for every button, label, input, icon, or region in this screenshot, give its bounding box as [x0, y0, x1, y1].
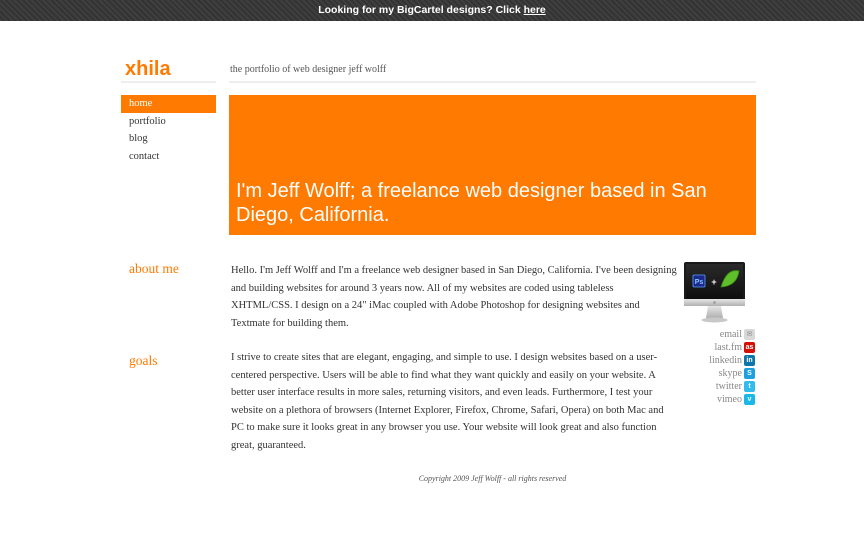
nav-item-home[interactable]: home [121, 95, 216, 113]
twitter-icon: t [744, 381, 755, 392]
svg-text:Ps: Ps [695, 279, 704, 286]
nav-item-blog[interactable]: blog [121, 130, 216, 148]
linkedin-icon: in [744, 355, 755, 366]
goals-text: I strive to create sites that are elegan… [231, 352, 664, 451]
announcement-text: Looking for my BigCartel designs? Click [318, 4, 524, 16]
bigcartel-link[interactable]: here [524, 4, 546, 16]
nav-item-portfolio[interactable]: portfolio [121, 113, 216, 131]
email-icon: ✉ [744, 329, 755, 340]
nav-item-contact[interactable]: contact [121, 148, 216, 166]
about-heading: about me [129, 261, 179, 276]
social-skype[interactable]: skype S [680, 367, 755, 380]
top-announcement-bar: Looking for my BigCartel designs? Click … [0, 0, 864, 21]
social-email[interactable]: email ✉ [680, 328, 755, 341]
goals-heading: goals [129, 353, 158, 368]
about-text: Hello. I'm Jeff Wolff and I'm a freelanc… [231, 265, 677, 329]
copyright-footer: Copyright 2009 Jeff Wolff - all rights r… [418, 474, 567, 483]
main-nav: home portfolio blog contact [121, 95, 216, 165]
imac-image: Ps + [684, 262, 745, 323]
skype-icon: S [744, 368, 755, 379]
social-vimeo[interactable]: vimeo v [680, 393, 755, 406]
social-lastfm[interactable]: last.fm as [680, 341, 755, 354]
site-logo[interactable]: xhila [125, 58, 171, 81]
svg-text:+: + [711, 277, 716, 287]
vimeo-icon: v [744, 394, 755, 405]
site-tagline: the portfolio of web designer jeff wolff [230, 64, 387, 75]
logo-divider [121, 81, 216, 83]
social-linkedin[interactable]: linkedin in [680, 354, 755, 367]
tagline-divider [229, 81, 756, 83]
social-links: email ✉ last.fm as linkedin in skype S t… [680, 328, 755, 406]
lastfm-icon: as [744, 342, 755, 353]
social-twitter[interactable]: twitter t [680, 380, 755, 393]
hero-banner: I'm Jeff Wolff; a freelance web designer… [229, 95, 756, 235]
hero-headline: I'm Jeff Wolff; a freelance web designer… [236, 180, 707, 226]
